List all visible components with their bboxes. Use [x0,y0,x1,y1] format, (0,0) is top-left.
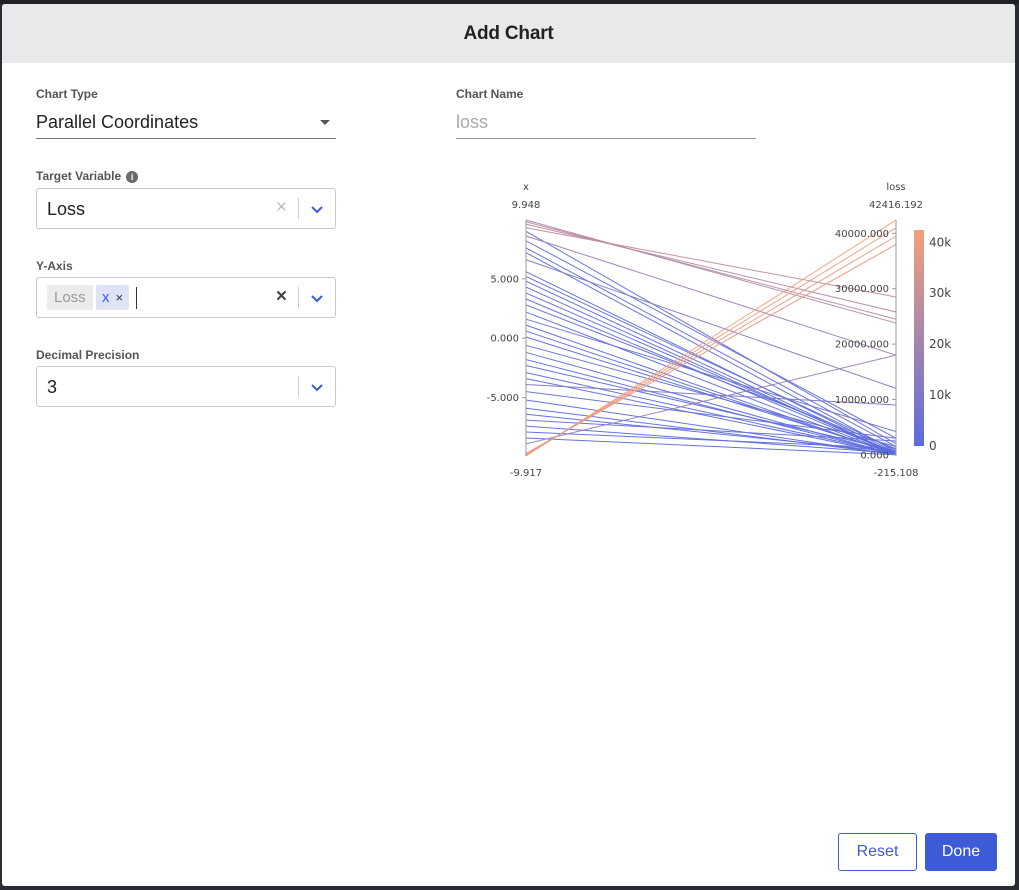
chip-remove-icon[interactable]: × [116,290,124,305]
chart-name-input[interactable]: loss [456,108,756,139]
decimal-precision-select[interactable]: 3 [36,366,336,407]
select-separator [298,376,299,397]
colorbar-tick-label: 30k [929,286,951,300]
pc-axis-max-label: 42416.192 [869,200,923,211]
text-cursor[interactable] [136,287,137,309]
y-axis-chip-loss: Loss [47,285,93,310]
chart-preview: x 9.948 -9.917 5.000 0.000 -5.000 loss 42416.19… [462,174,962,484]
target-variable-label-text: Target Variable [36,169,122,183]
caret-down-icon [320,120,330,125]
pc-line [525,372,897,455]
modal-header: Add Chart [2,4,1015,63]
y-axis-chip-x[interactable]: x × [96,285,130,310]
pc-tick-label: 0.000 [860,450,889,461]
chart-name-placeholder: loss [456,112,489,132]
add-chart-modal: Add Chart Chart Type Parallel Coordinate… [2,4,1015,886]
pc-tick-label: 30000.000 [835,284,889,295]
chevron-down-icon[interactable] [309,201,325,217]
select-separator [298,198,299,219]
pc-tick-label: 40000.000 [835,229,889,240]
pc-tick-label: -5.000 [487,393,519,404]
pc-axis-name: loss [886,182,905,193]
y-axis-chip-x-label: x [102,289,110,306]
y-axis-label: Y-Axis [36,259,73,273]
pc-tick-label: 0.000 [490,334,519,345]
pc-line [525,259,897,389]
select-separator [298,287,299,308]
chart-name-label: Chart Name [456,87,524,101]
chevron-down-icon[interactable] [309,379,325,395]
colorbar-tick-label: 0 [929,439,937,453]
pc-line [525,292,897,454]
y-axis-multiselect[interactable]: Loss x × × [36,277,336,318]
modal-title: Add Chart [463,22,554,44]
pc-tick-label: 5.000 [490,274,519,285]
colorbar [914,230,924,446]
clear-icon[interactable]: × [276,197,287,219]
target-variable-value: Loss [47,199,86,219]
pc-axis-min-label: -215.108 [874,468,919,479]
pc-line [525,275,897,451]
parallel-coordinates-plot: x 9.948 -9.917 5.000 0.000 -5.000 loss 42416.19… [487,182,952,479]
reset-button[interactable]: Reset [838,833,917,871]
chart-type-select[interactable]: Parallel Coordinates [36,108,336,139]
target-variable-select[interactable]: Loss × [36,188,336,229]
pc-axis-name: x [523,182,529,193]
pc-tick-label: 10000.000 [835,395,889,406]
done-button[interactable]: Done [925,833,997,871]
pc-axis-max-label: 9.948 [512,200,541,211]
pc-axis-min-label: -9.917 [510,468,542,479]
chart-type-value: Parallel Coordinates [36,112,199,132]
pc-tick-label: 20000.000 [835,340,889,351]
target-variable-label: Target Variable i [36,169,139,183]
colorbar-tick-label: 40k [929,235,951,249]
clear-all-icon[interactable]: × [276,286,287,308]
info-icon[interactable]: i [126,170,139,183]
decimal-precision-label: Decimal Precision [36,348,140,362]
colorbar-tick-label: 20k [929,337,951,351]
chevron-down-icon[interactable] [309,290,325,306]
chart-type-label: Chart Type [36,87,98,101]
decimal-precision-value: 3 [47,377,58,397]
colorbar-tick-label: 10k [929,388,951,402]
